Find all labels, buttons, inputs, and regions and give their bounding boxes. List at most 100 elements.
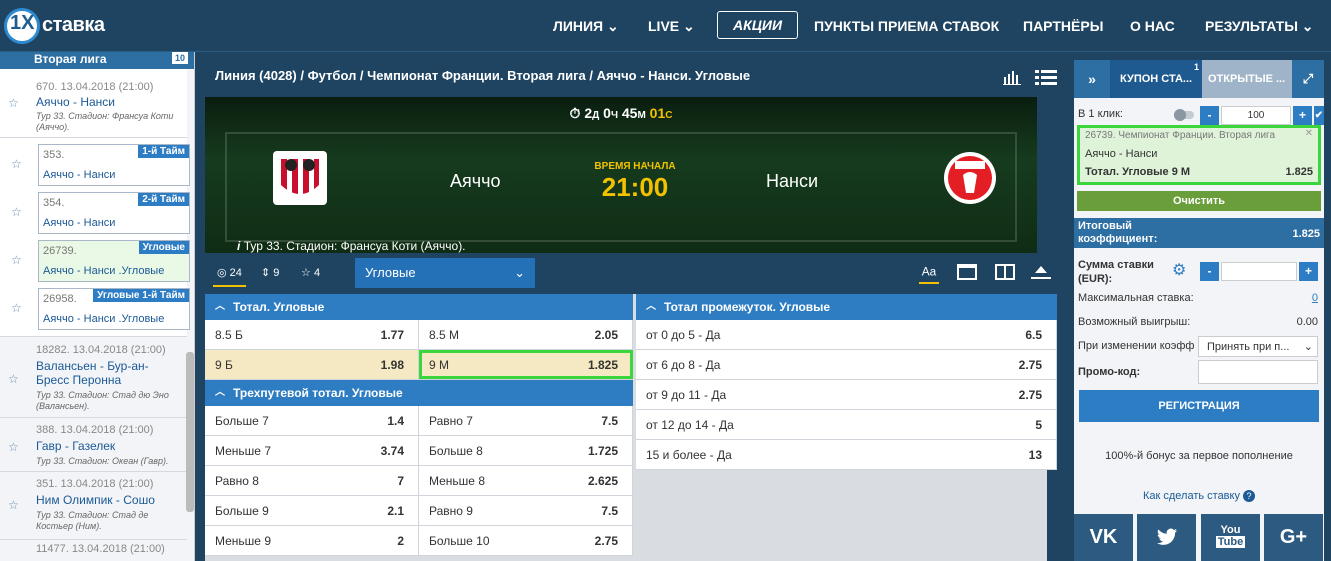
star-icon[interactable]: ☆: [8, 440, 19, 454]
one-click-amount-input[interactable]: 100: [1221, 106, 1291, 125]
odds-cell[interactable]: Больше 7 1.4: [205, 406, 419, 435]
bet-league: 26739. Чемпионат Франции. Вторая лига: [1085, 130, 1276, 141]
odds-cell[interactable]: от 0 до 5 - Да 6.5: [636, 320, 1057, 349]
odds-cell[interactable]: Больше 10 2.75: [419, 526, 633, 555]
odds-cell[interactable]: от 6 до 8 - Да 2.75: [636, 350, 1057, 379]
match-item[interactable]: ☆ 388. 13.04.2018 (21:00) Гавр - Газелек…: [0, 418, 187, 472]
odds-cell-selected[interactable]: 9 М 1.825: [419, 350, 633, 379]
submarket-item[interactable]: 26958. Аяччо - Нанси .Угловые Угловые 1-…: [38, 288, 190, 330]
star-icon[interactable]: ☆: [8, 96, 19, 110]
nav-o-nas[interactable]: О НАС: [1130, 18, 1175, 34]
match-item[interactable]: ☆ 351. 13.04.2018 (21:00) Ним Олимпик - …: [0, 472, 187, 540]
odds-cell[interactable]: Больше 9 2.1: [205, 496, 419, 525]
google-plus-icon[interactable]: G+: [1264, 514, 1323, 561]
decrease-button[interactable]: -: [1200, 106, 1219, 125]
match-item[interactable]: 11477. 13.04.2018 (21:00): [0, 540, 187, 561]
stake-decrease-button[interactable]: -: [1200, 262, 1219, 281]
submarket-item-active[interactable]: 26739. Аяччо - Нанси .Угловые Угловые: [38, 240, 190, 282]
match-teams[interactable]: Ним Олимпик - Сошо: [36, 493, 155, 507]
match-teams[interactable]: Валансьен - Бур-ан-Бресс Перонна: [36, 359, 156, 387]
nav-rezultaty[interactable]: РЕЗУЛЬТАТЫ ⌄: [1205, 18, 1314, 35]
outcome-label: 9 Б: [215, 358, 233, 372]
star-icon[interactable]: ☆: [11, 301, 22, 315]
sidebar-scrollbar[interactable]: [186, 352, 194, 512]
help-icon: ?: [1243, 490, 1256, 502]
nav-partnery[interactable]: ПАРТНЁРЫ: [1023, 18, 1103, 34]
stats-chart-icon[interactable]: [1003, 69, 1021, 85]
stake-increase-button[interactable]: +: [1299, 262, 1318, 281]
close-icon[interactable]: ✕: [1305, 128, 1313, 139]
nav-punkty[interactable]: ПУНКТЫ ПРИЕМА СТАВОК: [814, 18, 999, 34]
chevron-up-icon: ︿: [215, 301, 225, 312]
odds-cell[interactable]: Равно 7 7.5: [419, 406, 633, 435]
submarket-item[interactable]: 353. Аяччо - Нанси 1-й Тайм: [38, 144, 190, 186]
star-icon[interactable]: ☆: [8, 372, 19, 386]
twitter-icon[interactable]: [1137, 514, 1196, 561]
tab-open-bets[interactable]: ОТКРЫТЫЕ ...: [1202, 60, 1292, 98]
tab-sort[interactable]: ⇕ 9: [261, 266, 279, 279]
promo-input[interactable]: [1198, 360, 1318, 384]
nav-liniya[interactable]: ЛИНИЯ ⌄: [553, 18, 619, 35]
odds-cell[interactable]: от 9 до 11 - Да 2.75: [636, 380, 1057, 409]
odds-cell[interactable]: от 12 до 14 - Да 5: [636, 410, 1057, 439]
vk-icon[interactable]: VK: [1074, 514, 1133, 561]
odds-cell[interactable]: 8.5 М 2.05: [419, 320, 633, 349]
market-header[interactable]: ︿ Тотал промежуток. Угловые: [636, 294, 1057, 320]
match-teams[interactable]: Аяччо - Нанси: [36, 95, 115, 109]
max-stake-value[interactable]: 0: [1312, 292, 1318, 304]
increase-button[interactable]: +: [1293, 106, 1312, 125]
breadcrumb[interactable]: Линия (4028) / Футбол / Чемпионат Франци…: [215, 68, 750, 83]
stake-input[interactable]: [1221, 262, 1297, 281]
star-icon[interactable]: ☆: [11, 253, 22, 267]
expand-icon[interactable]: ⤢: [1292, 60, 1324, 98]
single-column-icon[interactable]: [957, 264, 977, 280]
clear-button[interactable]: Очистить: [1077, 191, 1321, 211]
collapse-icon[interactable]: [1031, 264, 1051, 280]
market-header[interactable]: ︿ Трехпутевой тотал. Угловые: [205, 380, 633, 406]
market-group-select[interactable]: Угловые ⌄: [355, 258, 535, 288]
total-odds-value: 1.825: [1292, 228, 1320, 240]
youtube-icon[interactable]: You Tube: [1201, 514, 1260, 561]
tab-coupon[interactable]: КУПОН СТА... 1: [1110, 60, 1202, 98]
register-button[interactable]: РЕГИСТРАЦИЯ: [1079, 390, 1319, 422]
odds-cell[interactable]: Меньше 9 2: [205, 526, 419, 555]
star-icon[interactable]: ☆: [8, 498, 19, 512]
tab-all-markets[interactable]: ◎ 24: [213, 262, 246, 287]
odds-cell[interactable]: Больше 8 1.725: [419, 436, 633, 465]
odds-cell[interactable]: 8.5 Б 1.77: [205, 320, 419, 349]
odds-cell[interactable]: 15 и более - Да 13: [636, 440, 1057, 469]
match-info: Тур 33. Стадион: Стад дю Эно (Валансьен)…: [36, 390, 169, 411]
star-icon[interactable]: ☆: [11, 205, 22, 219]
submarket-item[interactable]: 354. Аяччо - Нанси 2-й Тайм: [38, 192, 190, 234]
star-icon[interactable]: ☆: [11, 157, 22, 171]
collapse-arrows-icon[interactable]: »: [1074, 60, 1110, 98]
outcome-label: Больше 10: [429, 534, 490, 548]
odds-cell[interactable]: Равно 9 7.5: [419, 496, 633, 525]
match-teams[interactable]: Гавр - Газелек: [36, 439, 115, 453]
nav-akcii[interactable]: АКЦИИ: [717, 11, 799, 39]
nav-live[interactable]: LIVE ⌄: [648, 18, 695, 35]
odds-cell[interactable]: 9 Б 1.98: [205, 350, 419, 379]
odds-cell[interactable]: Меньше 7 3.74: [205, 436, 419, 465]
one-click-toggle[interactable]: [1174, 109, 1194, 121]
markets-right-column: ︿ Тотал промежуток. Угловые от 0 до 5 - Д…: [636, 294, 1057, 470]
odds-cell[interactable]: Равно 8 7: [205, 466, 419, 495]
market-header[interactable]: ︿ Тотал. Угловые: [205, 294, 633, 320]
match-item[interactable]: ☆ 670. 13.04.2018 (21:00) Аяччо - Нанси …: [0, 69, 187, 138]
font-size-icon[interactable]: Aa: [919, 262, 939, 284]
odds-cell[interactable]: Меньше 8 2.625: [419, 466, 633, 495]
outcome-odds: 1.77: [380, 328, 404, 342]
market-title: Трехпутевой тотал. Угловые: [233, 386, 403, 400]
two-column-icon[interactable]: [995, 264, 1015, 280]
settings-gear-icon[interactable]: ⚙: [1172, 260, 1186, 280]
market-title: Тотал. Угловые: [233, 300, 325, 314]
check-icon[interactable]: ✔: [1314, 106, 1324, 125]
how-to-bet-link[interactable]: Как сделать ставку ?: [1074, 490, 1324, 502]
logo[interactable]: 1X ставка: [4, 6, 122, 46]
list-view-icon[interactable]: [1035, 69, 1057, 85]
odds-change-select[interactable]: Принять при п... ⌄: [1198, 336, 1318, 357]
match-item[interactable]: ☆ 18282. 13.04.2018 (21:00) Валансьен - …: [0, 338, 187, 418]
bet-slip-item: 26739. Чемпионат Франции. Вторая лига ✕ …: [1077, 125, 1321, 185]
league-header[interactable]: Вторая лига 10: [0, 52, 194, 69]
tab-favorites[interactable]: ☆ 4: [301, 266, 320, 279]
